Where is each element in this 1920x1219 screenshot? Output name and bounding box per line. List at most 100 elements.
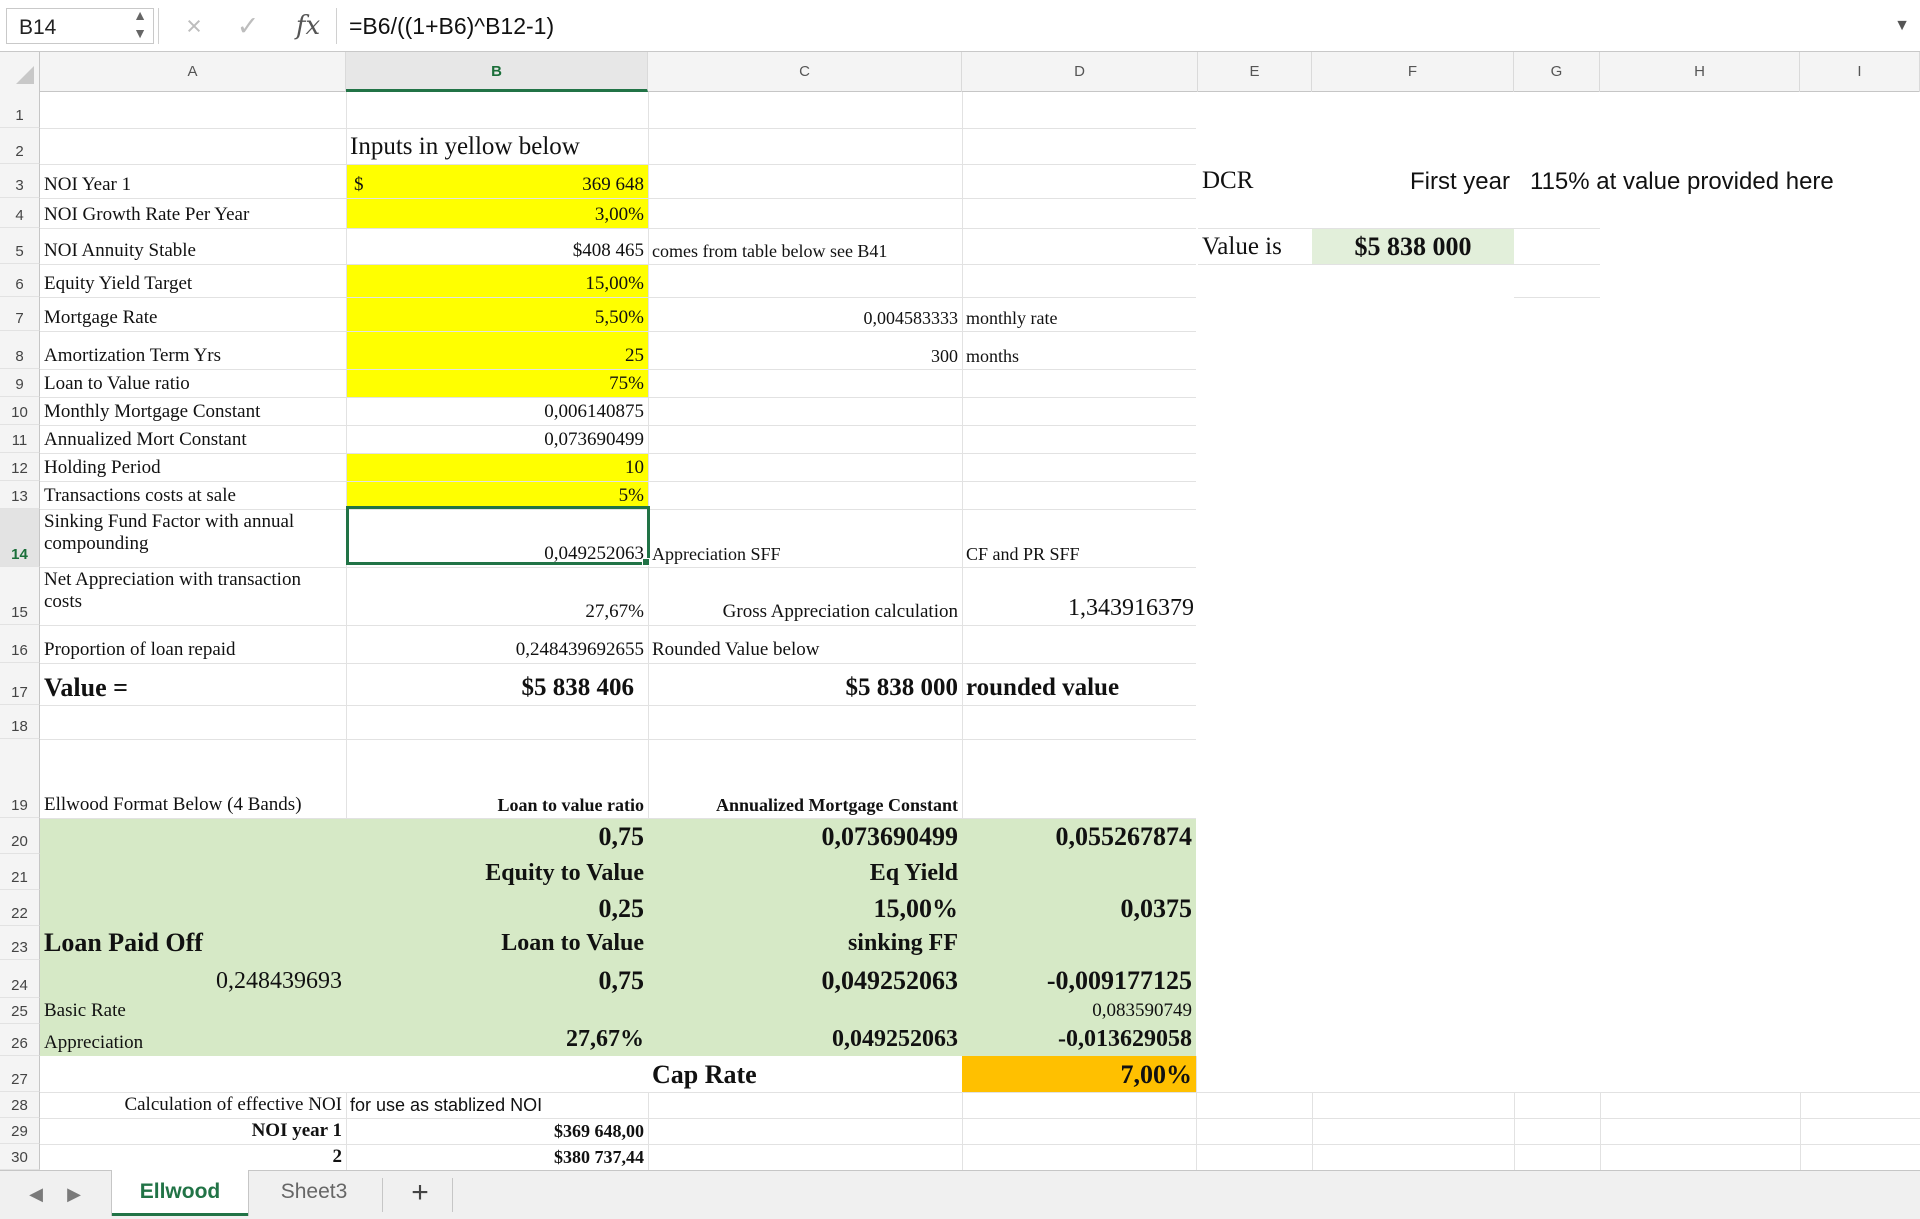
cell-d14[interactable]: CF and PR SFF — [962, 509, 1198, 567]
cell-d15[interactable]: 1,343916379 — [962, 567, 1198, 625]
row-header[interactable]: 11 — [0, 425, 40, 453]
cell-g3[interactable]: 115% at value provided here — [1526, 164, 1906, 198]
cell-b29[interactable]: $369 648,00 — [346, 1118, 648, 1144]
row-header[interactable]: 6 — [0, 264, 40, 297]
row-header[interactable]: 5 — [0, 228, 40, 264]
cell-a13[interactable]: Transactions costs at sale — [40, 481, 346, 509]
cell-a15[interactable]: Net Appreciation with transaction costs — [40, 567, 330, 625]
cell-a8[interactable]: Amortization Term Yrs — [40, 331, 346, 369]
row-header[interactable]: 29 — [0, 1118, 40, 1144]
cell-d24[interactable]: -0,009177125 — [962, 960, 1196, 998]
fill-handle[interactable] — [642, 558, 650, 566]
cell-c19[interactable]: Annualized Mortgage Constant — [648, 739, 962, 818]
scroll-tabs-right-icon[interactable]: ▶ — [60, 1170, 88, 1219]
cell-c20[interactable]: 0,073690499 — [648, 818, 962, 854]
cell-b13[interactable]: 5% — [346, 481, 648, 509]
row-header[interactable]: 19 — [0, 739, 40, 818]
column-header-i[interactable]: I — [1800, 52, 1920, 92]
insert-function-icon[interactable]: fx — [290, 6, 326, 46]
cell-a4[interactable]: NOI Growth Rate Per Year — [40, 198, 346, 228]
cancel-icon[interactable]: × — [176, 8, 212, 44]
column-header-c[interactable]: C — [648, 52, 962, 92]
row-header[interactable]: 12 — [0, 453, 40, 481]
cell-b4[interactable]: 3,00% — [346, 198, 648, 228]
cell-b12[interactable]: 10 — [346, 453, 648, 481]
cell-d8[interactable]: months — [962, 331, 1198, 369]
cell-c16[interactable]: Rounded Value below — [648, 625, 962, 663]
row-header[interactable]: 23 — [0, 926, 40, 960]
row-header[interactable]: 2 — [0, 128, 40, 164]
row-header[interactable]: 28 — [0, 1092, 40, 1118]
row-header-selected[interactable]: 14 — [0, 509, 40, 567]
cell-d25[interactable]: 0,083590749 — [962, 998, 1196, 1024]
cell-e5[interactable]: Value is — [1198, 228, 1312, 264]
row-header[interactable]: 7 — [0, 297, 40, 331]
row-header[interactable]: 8 — [0, 331, 40, 369]
cell-b6[interactable]: 15,00% — [346, 264, 648, 297]
row-header[interactable]: 1 — [0, 92, 40, 128]
cell-a19[interactable]: Ellwood Format Below (4 Bands) — [40, 739, 346, 818]
cell-c24[interactable]: 0,049252063 — [648, 960, 962, 998]
cell-c14[interactable]: Appreciation SFF — [648, 509, 962, 567]
chevron-down-icon[interactable]: ▼ — [1888, 8, 1916, 44]
cell-b7[interactable]: 5,50% — [346, 297, 648, 331]
cell-b23[interactable]: Loan to Value — [346, 926, 648, 960]
cell-b5[interactable]: $408 465 — [346, 228, 648, 264]
cell-b3[interactable]: 369 648 — [346, 164, 648, 198]
cell-a28[interactable]: Calculation of effective NOI — [40, 1092, 346, 1118]
cell-a9[interactable]: Loan to Value ratio — [40, 369, 346, 397]
column-header-g[interactable]: G — [1514, 52, 1600, 92]
row-header[interactable]: 17 — [0, 663, 40, 705]
cell-c8[interactable]: 300 — [648, 331, 962, 369]
row-header[interactable]: 4 — [0, 198, 40, 228]
sheet-tab-ellwood[interactable]: Ellwood — [112, 1170, 248, 1216]
row-header[interactable]: 27 — [0, 1056, 40, 1092]
formula-input[interactable]: =B6/((1+B6)^B12-1) — [336, 8, 1888, 44]
column-header-h[interactable]: H — [1600, 52, 1800, 92]
row-header[interactable]: 30 — [0, 1144, 40, 1170]
cell-a24[interactable]: 0,248439693 — [40, 960, 346, 998]
cell-b16[interactable]: 0,248439692655 — [346, 625, 648, 663]
cell-d20[interactable]: 0,055267874 — [962, 818, 1196, 854]
row-header[interactable]: 21 — [0, 854, 40, 890]
column-header-e[interactable]: E — [1198, 52, 1312, 92]
cell-a16[interactable]: Proportion of loan repaid — [40, 625, 346, 663]
row-header[interactable]: 9 — [0, 369, 40, 397]
cell-d26[interactable]: -0,013629058 — [962, 1024, 1196, 1056]
cell-a6[interactable]: Equity Yield Target — [40, 264, 346, 297]
cell-c26[interactable]: 0,049252063 — [648, 1024, 962, 1056]
cell-c21[interactable]: Eq Yield — [648, 854, 962, 890]
active-cell-selection[interactable] — [346, 506, 650, 565]
cell-d17[interactable]: rounded value — [962, 663, 1198, 705]
column-header-b[interactable]: B — [346, 52, 648, 92]
cell-c15[interactable]: Gross Appreciation calculation — [648, 567, 962, 625]
row-header[interactable]: 3 — [0, 164, 40, 198]
row-header[interactable]: 16 — [0, 625, 40, 663]
cell-f3[interactable]: First year — [1312, 164, 1514, 198]
cell-a26[interactable]: Appreciation — [40, 1024, 346, 1056]
cell-b11[interactable]: 0,073690499 — [346, 425, 648, 453]
cell-b10[interactable]: 0,006140875 — [346, 397, 648, 425]
row-header[interactable]: 22 — [0, 890, 40, 926]
cell-f5[interactable]: $5 838 000 — [1312, 228, 1514, 264]
row-header[interactable]: 15 — [0, 567, 40, 625]
cell-a14[interactable]: Sinking Fund Factor with annual compound… — [40, 509, 330, 567]
cell-a7[interactable]: Mortgage Rate — [40, 297, 346, 331]
cell-b2[interactable]: Inputs in yellow below — [346, 128, 648, 164]
cell-b17[interactable]: $5 838 406 — [346, 663, 648, 705]
add-sheet-button[interactable]: + — [392, 1170, 448, 1219]
cell-b22[interactable]: 0,25 — [346, 890, 648, 926]
cell-a3[interactable]: NOI Year 1 — [40, 164, 346, 198]
cell-a30[interactable]: 2 — [40, 1144, 346, 1170]
scroll-tabs-left-icon[interactable]: ◀ — [22, 1170, 50, 1219]
cell-b21[interactable]: Equity to Value — [346, 854, 648, 890]
row-header[interactable]: 24 — [0, 960, 40, 998]
cell-d22[interactable]: 0,0375 — [962, 890, 1196, 926]
cell-a23[interactable]: Loan Paid Off — [40, 926, 346, 960]
cell-c22[interactable]: 15,00% — [648, 890, 962, 926]
cell-d7[interactable]: monthly rate — [962, 297, 1198, 331]
cell-b20[interactable]: 0,75 — [346, 818, 648, 854]
cell-b15[interactable]: 27,67% — [346, 567, 648, 625]
cell-b24[interactable]: 0,75 — [346, 960, 648, 998]
cell-a11[interactable]: Annualized Mort Constant — [40, 425, 346, 453]
